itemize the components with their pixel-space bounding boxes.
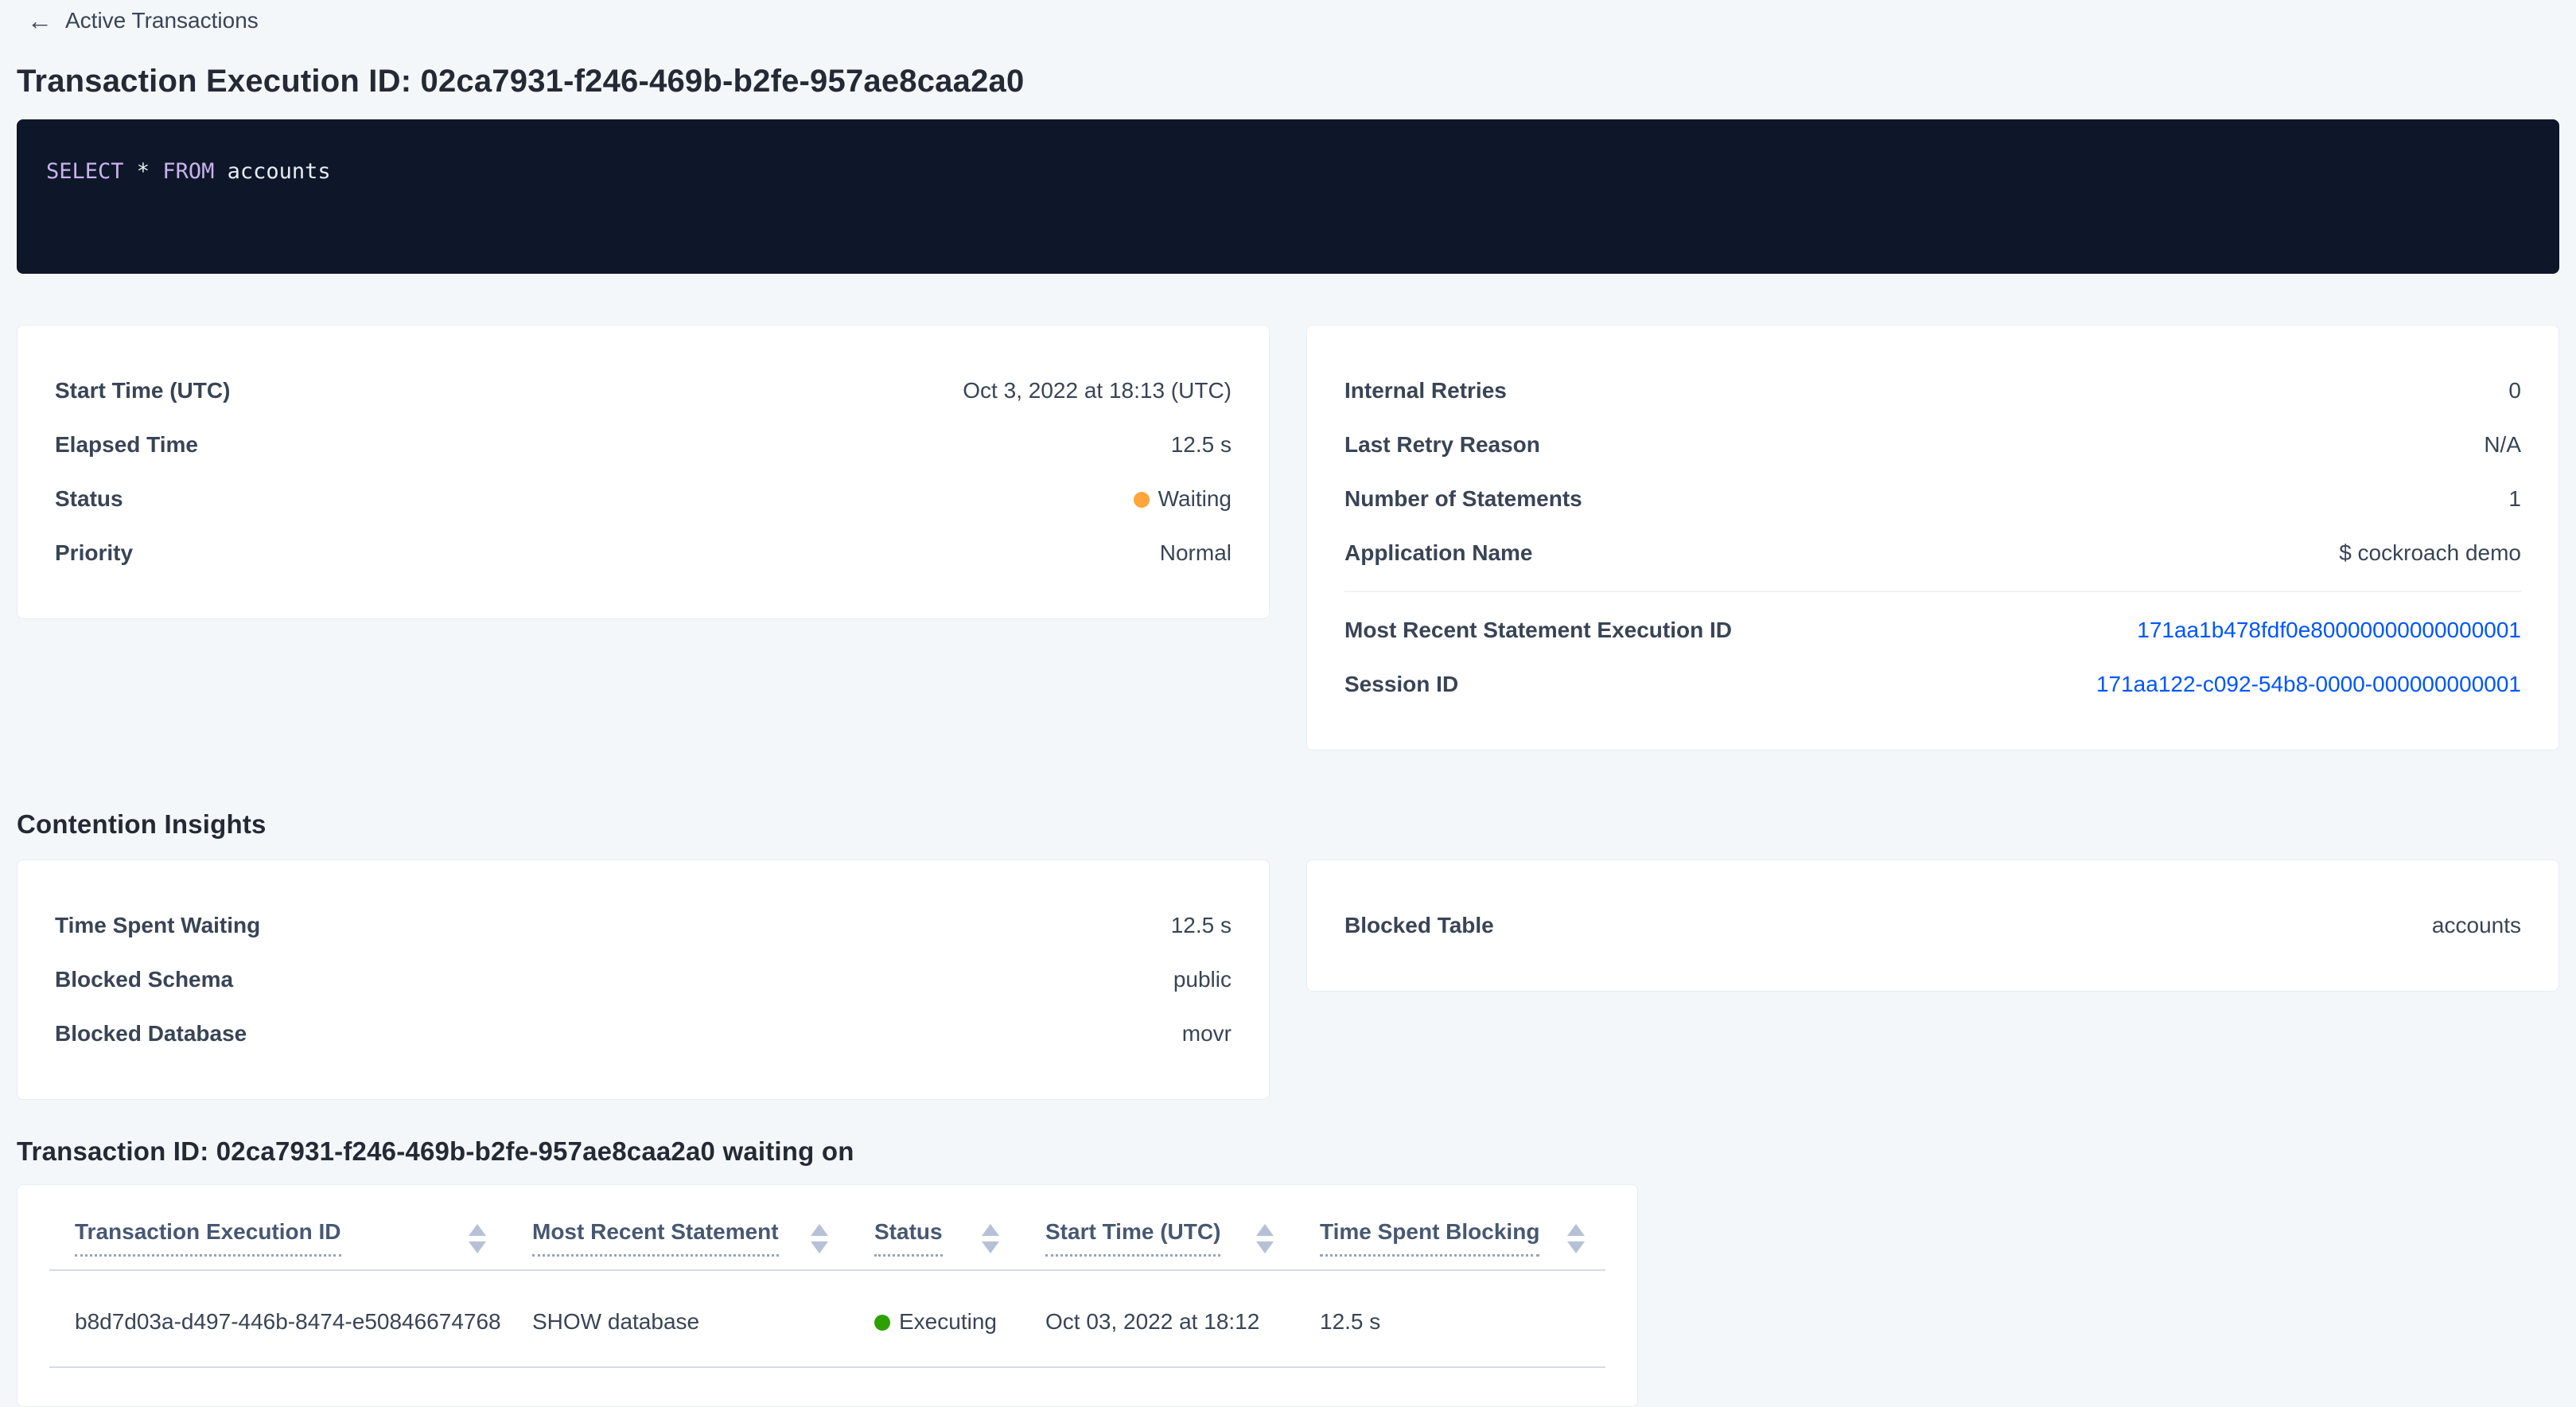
column-header-most-recent-statement[interactable]: Most Recent Statement (507, 1220, 849, 1269)
transaction-details-page: ← Active Transactions Transaction Execut… (0, 0, 2576, 1366)
summary-row-internal-retries: Internal Retries 0 (1344, 364, 2521, 418)
status-waiting-dot (1134, 492, 1150, 508)
waiting-on-table-header: Transaction Execution ID Most Recent Sta… (49, 1185, 1605, 1271)
row-label: Internal Retries (1344, 378, 1507, 403)
summary-row-number-of-statements: Number of Statements 1 (1344, 472, 2521, 526)
row-label: Last Retry Reason (1344, 432, 1540, 458)
row-label: Most Recent Statement Execution ID (1344, 618, 1732, 643)
cell-time-spent-blocking: 12.5 s (1294, 1309, 1605, 1335)
contention-blocked-table-card: Blocked Table accounts (1306, 859, 2559, 992)
column-header-label: Most Recent Statement (532, 1220, 779, 1257)
contention-row-blocked-table: Blocked Table accounts (1344, 898, 2521, 953)
row-value: accounts (2432, 913, 2521, 938)
summary-row-elapsed-time: Elapsed Time 12.5 s (55, 418, 1232, 472)
back-link-active-transactions[interactable]: ← Active Transactions (27, 8, 259, 33)
summary-row-session-id: Session ID 171aa122-c092-54b8-0000-00000… (1344, 657, 2521, 711)
row-value: 1 (2508, 486, 2521, 512)
page-title: Transaction Execution ID: 02ca7931-f246-… (17, 64, 2559, 99)
row-label: Session ID (1344, 672, 1458, 697)
row-value: 12.5 s (1171, 913, 1232, 938)
contention-row-time-spent-waiting: Time Spent Waiting 12.5 s (55, 898, 1232, 953)
sort-icon (469, 1224, 486, 1253)
statement-execution-id-link[interactable]: 171aa1b478fdf0e80000000000000001 (2137, 618, 2521, 643)
card-divider (1344, 591, 2521, 592)
sort-icon (811, 1224, 828, 1253)
summary-row-start-time: Start Time (UTC) Oct 3, 2022 at 18:13 (U… (55, 364, 1232, 418)
column-header-label: Start Time (UTC) (1045, 1220, 1220, 1257)
table-row: b8d7d03a-d497-446b-8474-e50846674768 SHO… (49, 1271, 1605, 1368)
row-label: Status (55, 486, 123, 512)
row-label: Time Spent Waiting (55, 913, 260, 938)
row-label: Blocked Table (1344, 913, 1494, 938)
column-header-label: Status (874, 1220, 943, 1257)
row-label: Blocked Schema (55, 967, 233, 992)
column-header-time-spent-blocking[interactable]: Time Spent Blocking (1294, 1220, 1605, 1269)
sort-icon (1256, 1224, 1274, 1253)
row-value: 12.5 s (1171, 432, 1232, 458)
column-header-label: Transaction Execution ID (75, 1220, 341, 1257)
summary-row-priority: Priority Normal (55, 526, 1232, 580)
status-executing-dot (874, 1315, 890, 1331)
cell-start-time: Oct 03, 2022 at 18:12 (1020, 1309, 1294, 1335)
status-text: Executing (899, 1309, 997, 1334)
contention-row-blocked-schema: Blocked Schema public (55, 953, 1232, 1007)
summary-row-application-name: Application Name $ cockroach demo (1344, 526, 2521, 580)
row-label: Priority (55, 540, 133, 566)
summary-row-last-retry-reason: Last Retry Reason N/A (1344, 418, 2521, 472)
waiting-on-table: Transaction Execution ID Most Recent Sta… (17, 1184, 1638, 1407)
cell-most-recent-statement: SHOW database (507, 1309, 849, 1335)
row-value: $ cockroach demo (2339, 540, 2521, 566)
waiting-on-heading: Transaction ID: 02ca7931-f246-469b-b2fe-… (17, 1136, 2559, 1167)
session-id-link[interactable]: 171aa122-c092-54b8-0000-000000000001 (2096, 672, 2521, 697)
statement-summary-card: Internal Retries 0 Last Retry Reason N/A… (1306, 325, 2559, 750)
sql-statement: SELECT * FROM accounts (46, 159, 2530, 184)
row-label: Start Time (UTC) (55, 378, 230, 403)
column-header-start-time[interactable]: Start Time (UTC) (1020, 1220, 1294, 1269)
transaction-summary-card: Start Time (UTC) Oct 3, 2022 at 18:13 (U… (17, 325, 1270, 619)
cell-status: Executing (849, 1309, 1020, 1335)
row-value: Normal (1160, 540, 1232, 566)
summary-row-most-recent-statement-execution-id: Most Recent Statement Execution ID 171aa… (1344, 603, 2521, 657)
sort-icon (1567, 1224, 1585, 1253)
summary-cards-section: Start Time (UTC) Oct 3, 2022 at 18:13 (U… (17, 325, 2559, 750)
row-value: Oct 3, 2022 at 18:13 (UTC) (963, 378, 1232, 403)
contention-waiting-card: Time Spent Waiting 12.5 s Blocked Schema… (17, 859, 1270, 1100)
column-header-transaction-execution-id[interactable]: Transaction Execution ID (49, 1220, 507, 1269)
back-link-label: Active Transactions (65, 8, 259, 33)
column-header-label: Time Spent Blocking (1320, 1220, 1539, 1257)
summary-row-status: Status Waiting (55, 472, 1232, 526)
cell-transaction-execution-id: b8d7d03a-d497-446b-8474-e50846674768 (49, 1309, 507, 1335)
sql-statement-box: SELECT * FROM accounts (17, 119, 2559, 274)
contention-row-blocked-database: Blocked Database movr (55, 1007, 1232, 1061)
sql-table-name: accounts (214, 159, 330, 184)
row-value: movr (1182, 1021, 1232, 1046)
sort-icon (982, 1224, 999, 1253)
row-label: Blocked Database (55, 1021, 247, 1046)
row-label: Elapsed Time (55, 432, 198, 458)
row-label: Number of Statements (1344, 486, 1582, 512)
column-header-status[interactable]: Status (849, 1220, 1020, 1269)
status-badge: Waiting (1134, 486, 1232, 512)
contention-insights-heading: Contention Insights (17, 809, 2559, 840)
back-arrow-icon: ← (27, 10, 53, 32)
sql-keyword-from: FROM (162, 159, 214, 184)
row-value: N/A (2484, 432, 2521, 458)
sql-star: * (124, 159, 163, 184)
row-value: public (1173, 967, 1232, 992)
row-label: Application Name (1344, 540, 1532, 566)
row-value: 0 (2508, 378, 2521, 403)
sql-keyword-select: SELECT (46, 159, 124, 184)
contention-cards-section: Time Spent Waiting 12.5 s Blocked Schema… (17, 859, 2559, 1100)
status-text: Waiting (1158, 486, 1232, 511)
